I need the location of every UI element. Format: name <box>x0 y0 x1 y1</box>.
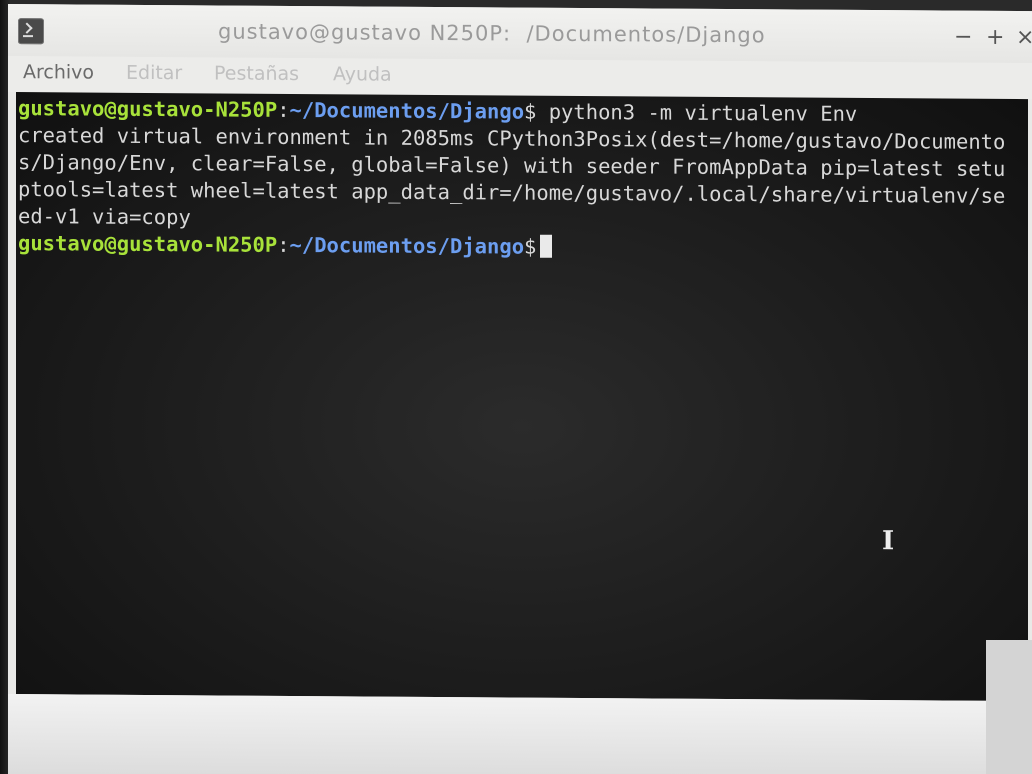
menu-editar[interactable]: Editar <box>126 62 182 84</box>
prompt-separator: : <box>277 232 290 257</box>
window-bottom-edge <box>8 694 1032 774</box>
menu-pestanas[interactable]: Pestañas <box>214 62 299 85</box>
text-ibeam-cursor-icon: I <box>882 526 895 557</box>
prompt-dollar: $ <box>524 99 537 124</box>
window-title: gustavo@gustavo N250P: /Documentos/Djang… <box>218 19 766 48</box>
maximize-button[interactable]: + <box>986 25 1004 50</box>
prompt-path: ~/Documentos/Django <box>289 232 525 259</box>
prompt-dollar: $ <box>524 234 537 259</box>
prompt-separator: : <box>277 97 290 122</box>
output-line: ed-v1 via=copy <box>18 204 191 230</box>
active-prompt-line[interactable]: gustavo@gustavo-N250P:~/Documentos/Djang… <box>18 230 553 261</box>
prompt-user: gustavo@gustavo-N250P <box>18 231 278 257</box>
prompt-user: gustavo@gustavo-N250P <box>18 96 278 122</box>
minimize-button[interactable]: − <box>954 25 972 50</box>
photo-scene: gustavo@gustavo N250P: /Documentos/Djang… <box>0 0 1032 774</box>
title-bar[interactable]: gustavo@gustavo N250P: /Documentos/Djang… <box>8 4 1032 64</box>
menu-ayuda[interactable]: Ayuda <box>333 63 392 85</box>
menu-archivo[interactable]: Archivo <box>23 61 94 83</box>
terminal-output[interactable]: gustavo@gustavo-N250P:~/Documentos/Djang… <box>16 92 1028 702</box>
command-text: python3 -m virtualenv Env <box>536 99 858 126</box>
terminal-icon[interactable] <box>18 18 44 45</box>
terminal-window: gustavo@gustavo N250P: /Documentos/Djang… <box>8 4 1032 774</box>
prompt-path: ~/Documentos/Django <box>289 97 525 124</box>
desktop-background <box>986 640 1032 774</box>
close-button[interactable]: × <box>1016 25 1032 50</box>
text-cursor <box>540 234 553 258</box>
